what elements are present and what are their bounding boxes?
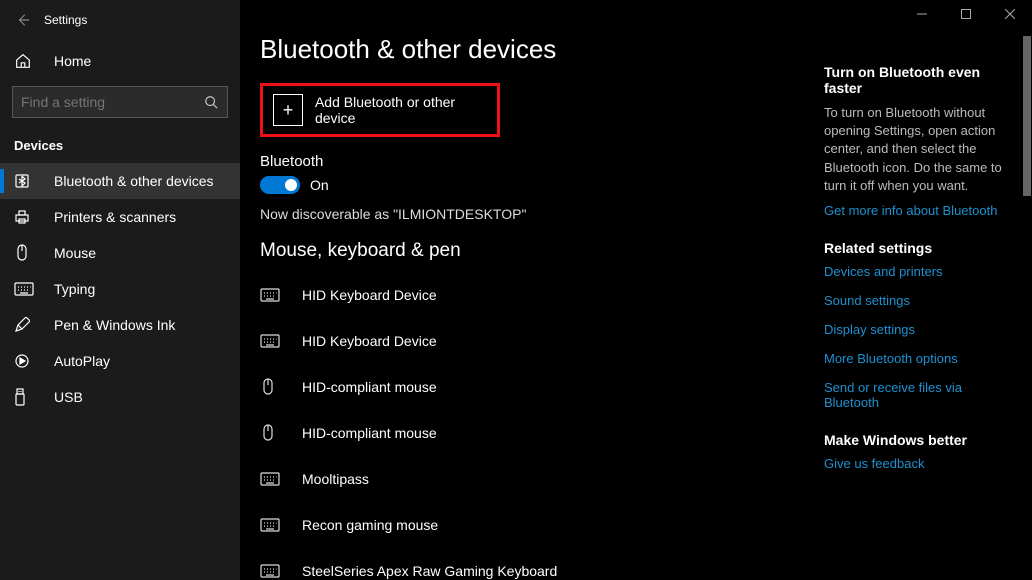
back-button[interactable] xyxy=(8,5,38,35)
discoverable-name: "ILMIONTDESKTOP" xyxy=(393,206,526,222)
device-label: Recon gaming mouse xyxy=(302,517,438,533)
discoverable-prefix: Now discoverable as xyxy=(260,206,393,222)
keyboard-icon xyxy=(260,334,288,348)
search-row xyxy=(0,82,240,126)
info-panel-link[interactable]: Sound settings xyxy=(824,293,1020,308)
keyboard-icon xyxy=(260,564,288,578)
search-icon xyxy=(202,95,219,109)
device-item[interactable]: SteelSeries Apex Raw Gaming Keyboard xyxy=(260,548,786,580)
info-panel-link[interactable]: Devices and printers xyxy=(824,264,1020,279)
home-label: Home xyxy=(54,53,91,69)
info-panel-link[interactable]: Give us feedback xyxy=(824,456,1020,471)
close-icon xyxy=(1005,9,1015,19)
keyboard-icon xyxy=(14,282,36,296)
info-panel-link[interactable]: Get more info about Bluetooth xyxy=(824,203,1020,218)
search-input[interactable] xyxy=(21,94,202,110)
bluetooth-toggle-row: On xyxy=(260,176,786,194)
device-list: HID Keyboard Device HID Keyboard Device HI… xyxy=(260,272,786,580)
device-item[interactable]: Mooltipass xyxy=(260,456,786,502)
printer-icon xyxy=(14,209,36,225)
info-panel-link[interactable]: Display settings xyxy=(824,322,1020,337)
nav-item-autoplay[interactable]: AutoPlay xyxy=(0,343,240,379)
info-panel-heading: Make Windows better xyxy=(824,432,1020,448)
pen-icon xyxy=(14,317,36,333)
nav-item-label: Printers & scanners xyxy=(54,209,176,225)
nav-item-label: AutoPlay xyxy=(54,353,110,369)
minimize-button[interactable] xyxy=(900,0,944,28)
device-item[interactable]: HID-compliant mouse xyxy=(260,364,786,410)
nav-item-label: Mouse xyxy=(54,245,96,261)
info-panel-heading: Related settings xyxy=(824,240,1020,256)
sidebar-header: Settings xyxy=(0,0,240,40)
device-item[interactable]: Recon gaming mouse xyxy=(260,502,786,548)
search-box[interactable] xyxy=(12,86,228,118)
device-item[interactable]: HID Keyboard Device xyxy=(260,318,786,364)
app-title: Settings xyxy=(44,13,87,27)
device-item[interactable]: HID Keyboard Device xyxy=(260,272,786,318)
page-title: Bluetooth & other devices xyxy=(260,34,786,65)
add-device-label: Add Bluetooth or other device xyxy=(315,94,487,126)
keyboard-icon xyxy=(260,288,288,302)
minimize-icon xyxy=(917,9,927,19)
nav-item-pen[interactable]: Pen & Windows Ink xyxy=(0,307,240,343)
add-device-highlight: + Add Bluetooth or other device xyxy=(260,83,500,137)
device-label: HID-compliant mouse xyxy=(302,379,437,395)
vertical-scrollbar[interactable] xyxy=(1023,36,1031,196)
nav-item-label: Bluetooth & other devices xyxy=(54,173,214,189)
device-item[interactable]: HID-compliant mouse xyxy=(260,410,786,456)
nav-item-bluetooth[interactable]: Bluetooth & other devices xyxy=(0,163,240,199)
info-panel-heading: Turn on Bluetooth even faster xyxy=(824,64,1020,96)
device-list-heading: Mouse, keyboard & pen xyxy=(260,240,786,262)
right-info-pane: Turn on Bluetooth even faster To turn on … xyxy=(824,60,1020,485)
device-label: HID-compliant mouse xyxy=(302,425,437,441)
keyboard-icon xyxy=(260,472,288,486)
nav-item-usb[interactable]: USB xyxy=(0,379,240,415)
arrow-left-icon xyxy=(16,13,30,27)
keyboard-icon xyxy=(260,518,288,532)
main-content: Bluetooth & other devices + Add Bluetoot… xyxy=(240,0,800,580)
info-panel-link[interactable]: Send or receive files via Bluetooth xyxy=(824,380,1020,410)
sidebar-section-label: Devices xyxy=(0,126,240,163)
home-icon xyxy=(14,52,36,70)
device-label: Mooltipass xyxy=(302,471,369,487)
sidebar: Settings Home Devices Bluetooth & other … xyxy=(0,0,240,580)
bluetooth-toggle-state: On xyxy=(310,177,329,193)
nav-item-label: USB xyxy=(54,389,83,405)
discoverable-text: Now discoverable as "ILMIONTDESKTOP" xyxy=(260,206,786,222)
nav-item-label: Pen & Windows Ink xyxy=(54,317,175,333)
bluetooth-icon xyxy=(14,173,36,189)
info-panel-link[interactable]: More Bluetooth options xyxy=(824,351,1020,366)
device-label: HID Keyboard Device xyxy=(302,287,437,303)
nav-item-printer[interactable]: Printers & scanners xyxy=(0,199,240,235)
device-label: SteelSeries Apex Raw Gaming Keyboard xyxy=(302,563,557,579)
close-button[interactable] xyxy=(988,0,1032,28)
usb-icon xyxy=(14,388,36,406)
mouse-icon xyxy=(14,244,36,262)
maximize-button[interactable] xyxy=(944,0,988,28)
mouse-icon xyxy=(260,424,288,442)
sidebar-home[interactable]: Home xyxy=(0,40,240,82)
maximize-icon xyxy=(961,9,971,19)
nav-item-mouse[interactable]: Mouse xyxy=(0,235,240,271)
bluetooth-toggle[interactable] xyxy=(260,176,300,194)
info-panel-text: To turn on Bluetooth without opening Set… xyxy=(824,104,1020,195)
autoplay-icon xyxy=(14,353,36,369)
device-label: HID Keyboard Device xyxy=(302,333,437,349)
window-controls xyxy=(900,0,1032,28)
add-device-button[interactable]: + Add Bluetooth or other device xyxy=(273,94,487,126)
bluetooth-section-label: Bluetooth xyxy=(260,153,786,170)
nav-item-label: Typing xyxy=(54,281,95,297)
nav-item-keyboard[interactable]: Typing xyxy=(0,271,240,307)
plus-icon: + xyxy=(273,94,303,126)
mouse-icon xyxy=(260,378,288,396)
